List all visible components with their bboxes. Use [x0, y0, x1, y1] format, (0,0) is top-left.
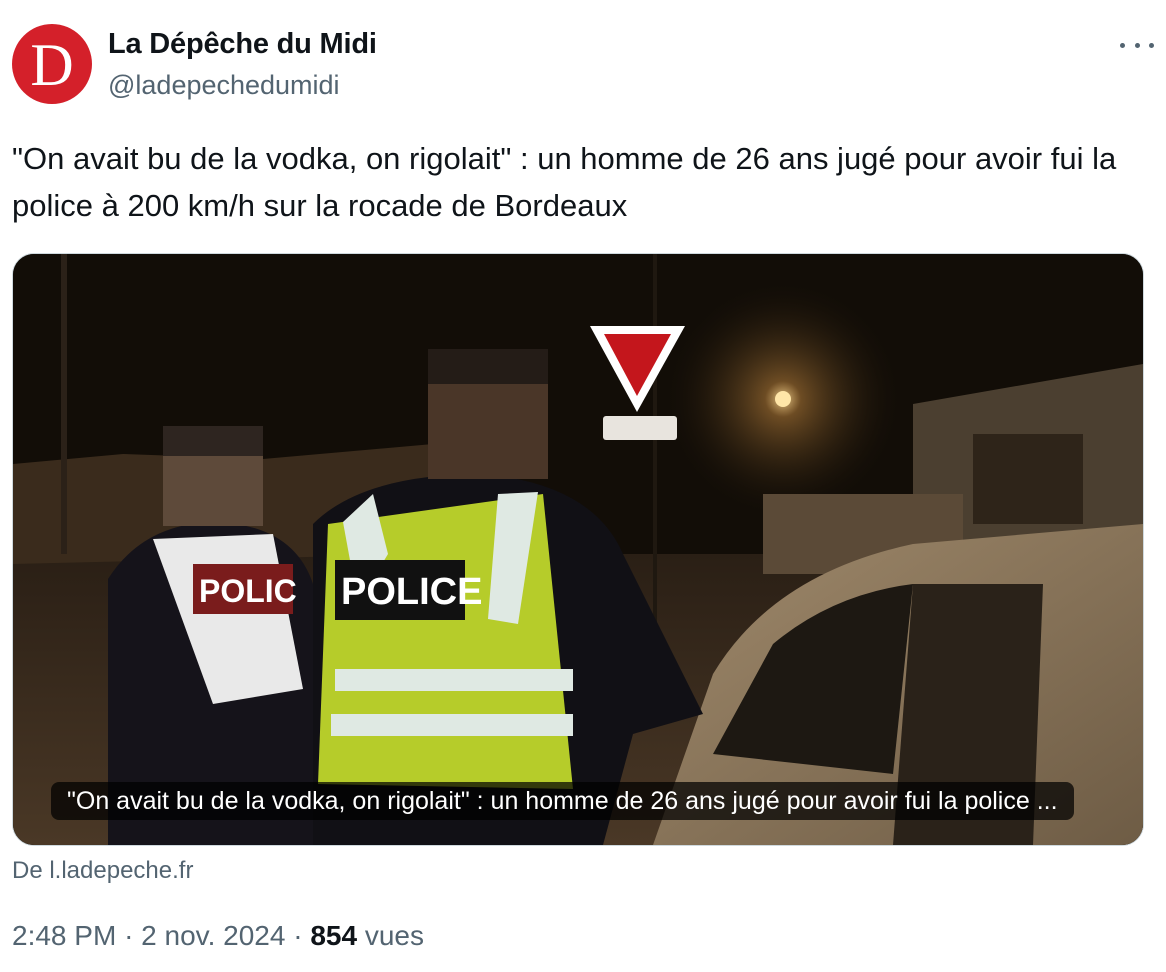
meta-separator: · [124, 920, 134, 951]
more-options-icon[interactable] [1120, 30, 1154, 60]
card-source[interactable]: De l.ladepeche.fr [12, 857, 193, 885]
tweet-meta: 2:48 PM · 2 nov. 2024 · 854 vues [12, 920, 424, 952]
sign-pole [653, 254, 657, 654]
link-card[interactable]: POLIC POLICE "On avait bu de la vodka, o… [12, 253, 1144, 846]
street-lamp [775, 391, 791, 407]
tweet-date[interactable]: 2 nov. 2024 [141, 920, 285, 951]
lamp-post-left [61, 254, 67, 554]
card-caption: "On avait bu de la vodka, on rigolait" :… [51, 782, 1074, 820]
author-avatar[interactable]: D [12, 24, 92, 104]
card-photo: POLIC POLICE [13, 254, 1143, 845]
tweet-text: "On avait bu de la vodka, on rigolait" :… [12, 141, 1117, 223]
officer-center-vest-label: POLICE [341, 571, 482, 613]
author-handle[interactable]: @ladepechedumidi [108, 70, 340, 101]
meta-separator: · [293, 920, 303, 951]
views-count: 854 [310, 920, 358, 951]
avatar-letter: D [30, 32, 74, 98]
tweet-time[interactable]: 2:48 PM [12, 920, 116, 951]
views-label: vues [364, 920, 424, 951]
author-name[interactable]: La Dépêche du Midi [108, 28, 377, 61]
sign-plate [603, 416, 677, 440]
officer-left-vest-label: POLIC [199, 573, 297, 609]
house-window [973, 434, 1083, 524]
